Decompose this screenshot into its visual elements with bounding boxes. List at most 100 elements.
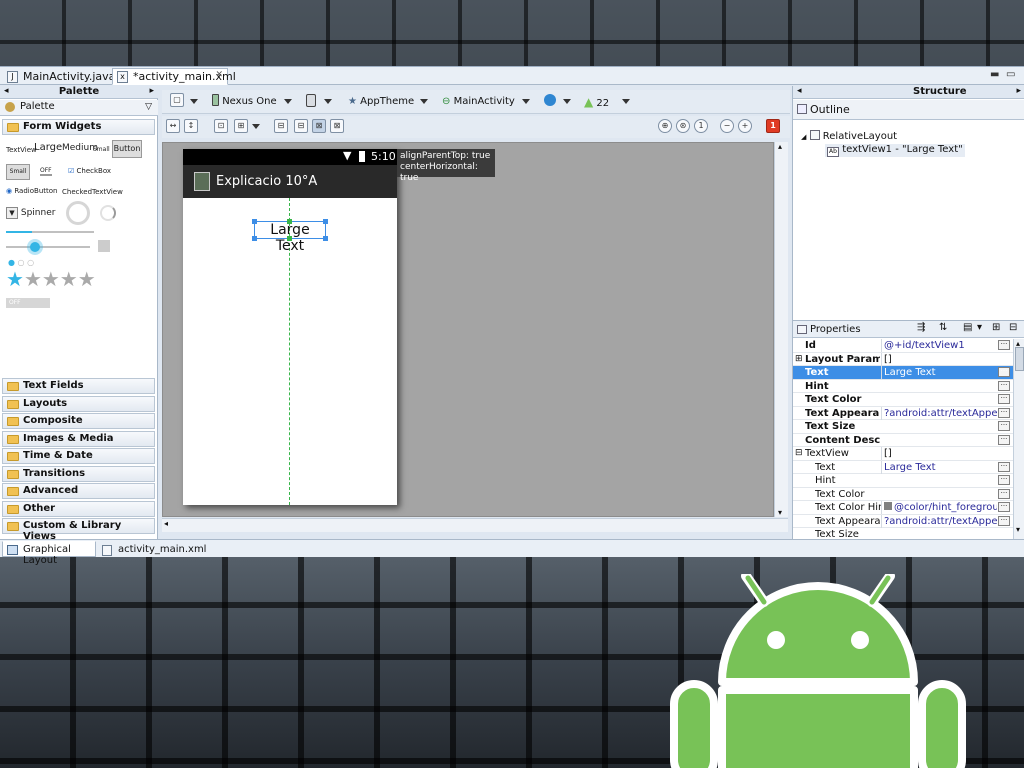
widget-checkbox[interactable]: ☑ CheckBox — [68, 167, 111, 175]
ellipsis-button[interactable]: ··· — [998, 380, 1010, 391]
error-badge[interactable]: 1 — [766, 119, 780, 133]
property-row[interactable]: Text Color Hint @color/hint_foregroun...·… — [793, 501, 1013, 515]
resize-handle[interactable] — [252, 219, 257, 224]
center-vertical-icon[interactable]: ⊠ — [330, 119, 344, 133]
property-row[interactable]: Text Appeara...?android:attr/textAppear.… — [793, 514, 1013, 528]
theme-selector[interactable]: ★ AppTheme — [348, 94, 414, 110]
widget-small-text[interactable]: Small — [93, 146, 110, 153]
collapse-right-icon[interactable]: ▸ — [1016, 86, 1021, 96]
ellipsis-button[interactable]: ··· — [998, 340, 1010, 350]
gravity-icon[interactable]: ⊞ — [234, 119, 248, 133]
ellipsis-button[interactable]: ··· — [998, 367, 1010, 377]
expand-plus-icon[interactable]: ⊞ — [795, 353, 803, 366]
zoom-real-size-icon[interactable]: ⊛ — [676, 119, 690, 133]
locale-selector[interactable] — [544, 94, 556, 110]
ellipsis-button[interactable]: ··· — [998, 421, 1010, 431]
minimize-icon[interactable]: ▬ — [990, 69, 999, 80]
chevron-down-icon[interactable] — [252, 124, 260, 129]
category-layouts[interactable]: Layouts — [2, 396, 155, 412]
maximize-icon[interactable]: ▭ — [1006, 69, 1015, 80]
property-row[interactable]: ⊟ TextView [] — [793, 447, 1013, 461]
property-value[interactable]: ?android:attr/textAppear... — [881, 406, 997, 420]
property-row[interactable]: Id @+id/textView1 ··· — [793, 339, 1013, 353]
ellipsis-button[interactable]: ··· — [998, 461, 1010, 472]
widget-large-text[interactable]: Large — [34, 142, 62, 153]
chevron-down-icon[interactable] — [324, 99, 332, 104]
chevron-down-icon[interactable] — [420, 99, 428, 104]
chevron-down-icon[interactable] — [284, 99, 292, 104]
chevron-down-icon[interactable] — [622, 99, 630, 104]
maximize-icon[interactable]: ⊞ — [992, 322, 1000, 333]
category-transitions[interactable]: Transitions — [2, 466, 155, 482]
widget-checkedtextview[interactable]: CheckedTextView — [62, 188, 123, 196]
scroll-down-icon[interactable]: ▾ — [1016, 525, 1020, 534]
property-value[interactable]: [] — [881, 352, 997, 366]
property-row-selected[interactable]: Text Large Text ··· — [793, 366, 1013, 380]
tab-mainactivity-java[interactable]: J MainActivity.java — [2, 68, 115, 85]
property-row[interactable]: Text Color ··· — [793, 393, 1013, 407]
ellipsis-button[interactable]: ··· — [998, 407, 1010, 418]
collapse-right-icon[interactable]: ▸ — [149, 86, 154, 96]
category-advanced[interactable]: Advanced — [2, 483, 155, 499]
widget-radiogroup[interactable]: ● ○ ○ — [8, 258, 34, 267]
outline-tree-child[interactable]: Ab textView1 - "Large Text" — [825, 144, 965, 157]
tab-activity-main-xml[interactable]: x *activity_main.xml ✕ — [112, 68, 236, 85]
widget-progressbar-horizontal[interactable] — [6, 231, 94, 233]
tab-graphical-layout[interactable]: Graphical Layout — [2, 541, 96, 566]
filter-icon[interactable]: ▤ — [963, 322, 972, 333]
widget-togglebutton[interactable]: OFF — [40, 167, 52, 176]
canvas-horizontal-scrollbar[interactable]: ◂ — [162, 518, 788, 532]
zoom-100-icon[interactable]: 1 — [694, 119, 708, 133]
seekbar-thumb[interactable] — [30, 242, 40, 252]
property-row[interactable]: Text Size ··· — [793, 420, 1013, 434]
toolbar-icon[interactable]: ⇶ — [917, 322, 925, 333]
category-custom-library-views[interactable]: Custom & Library Views — [2, 518, 155, 542]
widget-progressbar-large[interactable] — [66, 201, 90, 225]
property-value[interactable]: Large Text — [881, 366, 997, 379]
device-selector[interactable]: Nexus One — [212, 94, 277, 110]
category-composite[interactable]: Composite — [2, 413, 155, 429]
configuration-chooser-icon[interactable]: ▢ — [170, 93, 184, 107]
chevron-down-icon[interactable] — [563, 99, 571, 104]
layout-canvas[interactable]: ▼ 5:10 Explicacio 10°A Large Text alignP… — [162, 142, 774, 517]
anchor-handle[interactable] — [287, 219, 292, 224]
api-level-selector[interactable]: ▲ 22 — [584, 94, 609, 110]
category-images-media[interactable]: Images & Media — [2, 431, 155, 447]
widget-switch[interactable]: OFF — [6, 298, 50, 308]
chevron-down-icon[interactable] — [190, 99, 198, 104]
ellipsis-button[interactable]: ··· — [998, 394, 1010, 404]
align-icon[interactable]: ⊟ — [294, 119, 308, 133]
ellipsis-button[interactable]: ··· — [998, 475, 1010, 485]
baseline-icon[interactable]: ⊟ — [274, 119, 288, 133]
menu-icon[interactable]: ▾ — [977, 322, 982, 333]
collapse-left-icon[interactable]: ◂ — [4, 86, 9, 96]
activity-selector[interactable]: ⊖ MainActivity — [442, 94, 515, 110]
widget-spinner[interactable]: ▼ Spinner — [6, 207, 55, 219]
zoom-in-icon[interactable]: + — [738, 119, 752, 133]
properties-scrollbar[interactable]: ▴ ▾ — [1013, 339, 1024, 539]
property-row[interactable]: Hint ··· — [793, 474, 1013, 488]
category-form-widgets[interactable]: Form Widgets — [2, 119, 155, 135]
property-value[interactable]: @+id/textView1 — [881, 339, 997, 352]
scroll-down-icon[interactable]: ▾ — [778, 508, 782, 517]
ellipsis-button[interactable]: ··· — [998, 434, 1010, 445]
property-value[interactable]: ?android:attr/textAppear... — [881, 514, 997, 528]
widget-quickcontactbadge[interactable] — [98, 240, 110, 252]
property-row[interactable]: Text Large Text ··· — [793, 460, 1013, 474]
property-row[interactable]: Text Size — [793, 528, 1013, 539]
widget-progressbar-small[interactable] — [100, 205, 116, 221]
margins-icon[interactable]: ⊡ — [214, 119, 228, 133]
property-row[interactable]: Text Color ··· — [793, 488, 1013, 501]
ellipsis-button[interactable]: ··· — [998, 502, 1010, 512]
ellipsis-button[interactable]: ··· — [998, 488, 1010, 499]
zoom-out-icon[interactable]: − — [720, 119, 734, 133]
scrollbar-thumb[interactable] — [1015, 347, 1024, 371]
property-value[interactable]: Large Text — [881, 460, 997, 474]
scroll-up-icon[interactable]: ▴ — [778, 142, 782, 151]
center-horizontal-icon[interactable]: ⊠ — [312, 119, 326, 133]
canvas-vertical-scrollbar[interactable]: ▴ ▾ — [774, 142, 788, 517]
widget-ratingbar[interactable]: ★★★★★ — [6, 269, 96, 289]
collapse-minus-icon[interactable]: ⊟ — [795, 447, 803, 460]
sort-icon[interactable]: ⇅ — [939, 322, 947, 333]
toggle-fill-width-icon[interactable]: ↔ — [166, 119, 180, 133]
